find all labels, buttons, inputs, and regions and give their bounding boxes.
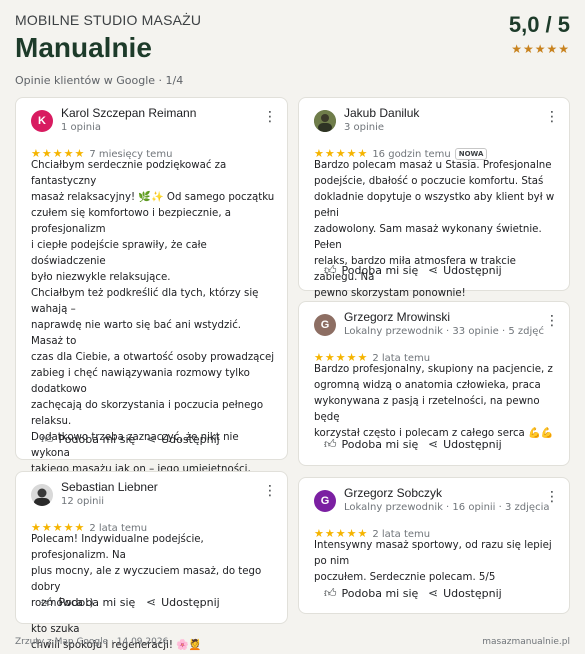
review-card: K Karol Szczepan Reimann 1 opinia ⋮ ★★★★… <box>15 97 288 651</box>
share-icon: ⋖ <box>428 437 439 451</box>
reviewer-meta: 3 opinie <box>344 122 385 133</box>
more-options-icon[interactable]: ⋮ <box>263 110 277 128</box>
review-text: Intensywny masaż sportowy, od razu się l… <box>314 540 552 583</box>
review-actions: 👍︎ Podoba mi się ⋖ Udostępnij <box>41 595 277 611</box>
share-button[interactable]: ⋖ Udostępnij <box>146 432 220 446</box>
more-options-icon[interactable]: ⋮ <box>545 110 559 128</box>
avatar-photo-icon <box>314 110 336 132</box>
reviewer-meta: 12 opinii <box>61 496 105 507</box>
review-actions: 👍︎ Podoba mi się ⋖ Udostępnij <box>324 586 559 602</box>
score-stars: ★★★★★ <box>511 42 570 56</box>
review-header: Sebastian Liebner 12 opinii ⋮ <box>31 480 277 518</box>
review-header: K Karol Szczepan Reimann 1 opinia ⋮ <box>31 106 277 144</box>
share-button[interactable]: ⋖ Udostępnij <box>428 586 502 600</box>
score-value: 5,0 / 5 <box>508 12 570 37</box>
reviewer-meta: Lokalny przewodnik · 16 opinii · 3 zdjęc… <box>344 502 550 513</box>
review-header: Jakub Daniluk 3 opinie ⋮ <box>314 106 559 144</box>
like-button[interactable]: 👍︎ Podoba mi się <box>41 595 135 610</box>
overall-score: 5,0 / 5 ★★★★★ <box>509 12 570 56</box>
review-actions: 👍︎ Podoba mi się ⋖ Udostępnij <box>324 437 559 453</box>
share-icon: ⋖ <box>428 586 439 600</box>
avatar[interactable] <box>314 110 336 132</box>
more-options-icon[interactable]: ⋮ <box>545 490 559 508</box>
review-card: Sebastian Liebner 12 opinii ⋮ ★★★★★ 2 lat… <box>15 471 288 624</box>
more-options-icon[interactable]: ⋮ <box>545 314 559 332</box>
thumbs-up-icon: 👍︎ <box>324 263 337 277</box>
thumbs-up-icon: 👍︎ <box>324 586 337 600</box>
like-button[interactable]: 👍︎ Podoba mi się <box>324 586 418 601</box>
page-subtitle: Opinie klientów w Google · 1/4 <box>15 74 184 87</box>
reviewer-name[interactable]: Karol Szczepan Reimann <box>61 106 196 120</box>
footer-source: Zrzuty z Map Google · 14.09.2026 <box>15 637 169 647</box>
share-icon: ⋖ <box>146 432 157 446</box>
page-header: MOBILNE STUDIO MASAŻU Manualnie Opinie k… <box>15 12 570 92</box>
studio-label: MOBILNE STUDIO MASAŻU <box>15 12 202 28</box>
review-card: G Grzegorz Mrowinski Lokalny przewodnik … <box>298 301 570 466</box>
review-header: G Grzegorz Mrowinski Lokalny przewodnik … <box>314 310 559 348</box>
review-card: G Grzegorz Sobczyk Lokalny przewodnik · … <box>298 477 570 614</box>
thumbs-up-icon: 👍︎ <box>41 595 54 609</box>
review-card: Jakub Daniluk 3 opinie ⋮ ★★★★★ 16 godzin … <box>298 97 570 299</box>
share-button[interactable]: ⋖ Udostępnij <box>428 437 502 451</box>
reviewer-name[interactable]: Grzegorz Mrowinski <box>344 310 450 324</box>
like-button[interactable]: 👍︎ Podoba mi się <box>324 263 418 278</box>
more-options-icon[interactable]: ⋮ <box>263 484 277 502</box>
reviewer-name[interactable]: Grzegorz Sobczyk <box>344 486 442 500</box>
share-icon: ⋖ <box>428 263 439 277</box>
review-text: Bardzo profesjonalny, skupiony na pacjen… <box>314 364 554 439</box>
like-button[interactable]: 👍︎ Podoba mi się <box>324 437 418 452</box>
reviewer-name[interactable]: Jakub Daniluk <box>344 106 419 120</box>
review-header: G Grzegorz Sobczyk Lokalny przewodnik · … <box>314 486 559 524</box>
like-button[interactable]: 👍︎ Podoba mi się <box>41 432 135 447</box>
rating-row: ★★★★★ 16 godzin temu NOWA <box>314 142 488 160</box>
brand-title: Manualnie <box>15 32 152 63</box>
reviewer-name[interactable]: Sebastian Liebner <box>61 480 158 494</box>
rating-row: ★★★★★ 2 lata temu <box>314 522 430 540</box>
review-actions: 👍︎ Podoba mi się ⋖ Udostępnij <box>41 432 277 448</box>
rating-row: ★★★★★ 2 lata temu <box>314 346 430 364</box>
share-button[interactable]: ⋖ Udostępnij <box>428 263 502 277</box>
rating-row: ★★★★★ 7 miesięcy temu <box>31 142 172 160</box>
reviewer-meta: 1 opinia <box>61 122 102 133</box>
avatar[interactable] <box>31 484 53 506</box>
review-text: Bardzo polecam masaż u Stasia. Profesjon… <box>314 160 555 299</box>
thumbs-up-icon: 👍︎ <box>41 432 54 446</box>
footer-website[interactable]: masazmanualnie.pl <box>482 637 570 647</box>
thumbs-up-icon: 👍︎ <box>324 437 337 451</box>
avatar[interactable]: G <box>314 314 336 336</box>
avatar[interactable]: K <box>31 110 53 132</box>
avatar-photo-icon <box>31 484 53 506</box>
share-button[interactable]: ⋖ Udostępnij <box>146 595 220 609</box>
review-actions: 👍︎ Podoba mi się ⋖ Udostępnij <box>324 263 559 279</box>
avatar[interactable]: G <box>314 490 336 512</box>
share-icon: ⋖ <box>146 595 157 609</box>
reviewer-meta: Lokalny przewodnik · 33 opinie · 5 zdjęć <box>344 326 544 337</box>
rating-row: ★★★★★ 2 lata temu <box>31 516 147 534</box>
